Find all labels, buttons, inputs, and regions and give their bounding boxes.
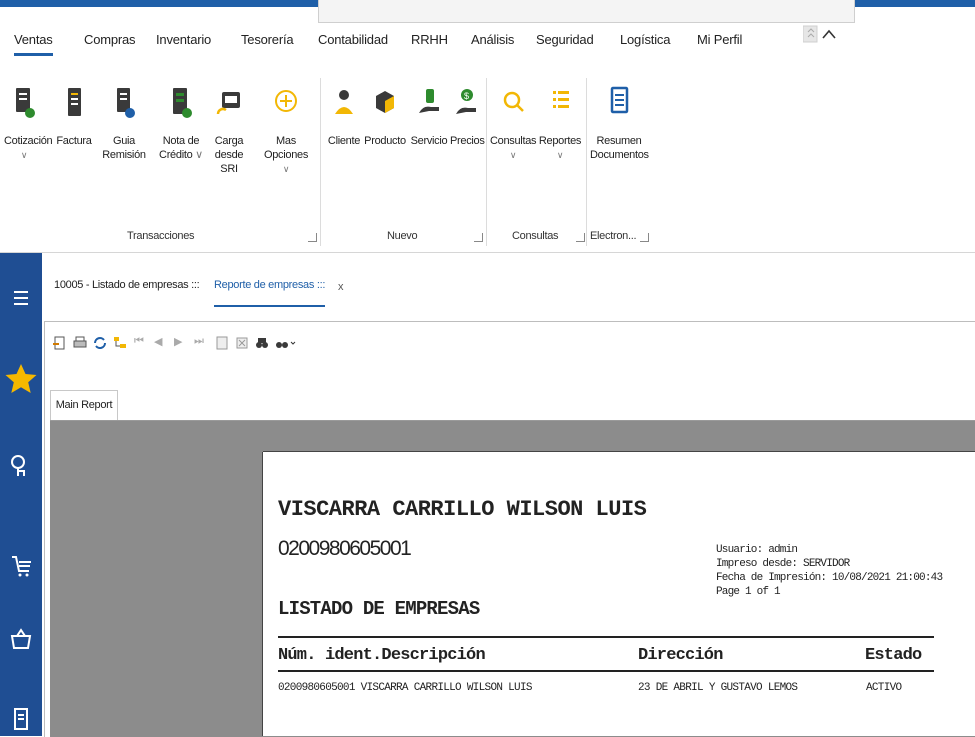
producto-button[interactable]: Producto	[364, 84, 406, 148]
row-direccion: 23 DE ABRIL Y GUSTAVO LEMOS	[638, 682, 798, 694]
header-underline	[278, 670, 934, 672]
report-toolbar: ⏮ ◀ ▶ ⏭	[50, 335, 550, 357]
meta-fecha: Fecha de Impresión: 10/08/2021 21:00:43	[716, 572, 943, 584]
export-icon[interactable]	[52, 335, 68, 351]
svg-text:$: $	[464, 91, 469, 101]
electron-launcher-icon[interactable]	[640, 233, 649, 242]
servicio-button[interactable]: Servicio	[408, 84, 450, 148]
group-label-electron: Electron...	[590, 230, 637, 242]
product-box-icon	[376, 91, 394, 113]
favorites-star-icon[interactable]	[3, 361, 39, 397]
ribbon: Cotización ∨ Factura Guia Remisión Nota …	[0, 70, 975, 253]
row-estado: ACTIVO	[866, 682, 902, 694]
search-icon	[503, 91, 524, 112]
window-top-bar	[0, 0, 975, 23]
remission-guide-icon	[117, 88, 135, 118]
transacciones-launcher-icon[interactable]	[308, 233, 317, 242]
summary-document-icon	[610, 86, 629, 114]
previous-page-icon[interactable]: ◀	[154, 335, 170, 351]
cliente-button[interactable]: Cliente	[326, 84, 362, 148]
refresh-icon[interactable]	[92, 335, 108, 351]
nota-credito-button[interactable]: Nota de Crédito ∨	[158, 84, 204, 162]
company-id: 0200980605001	[278, 537, 412, 560]
meta-usuario: Usuario: admin	[716, 544, 798, 556]
ribbon-collapse-icon	[802, 25, 836, 43]
group-separator	[320, 78, 321, 246]
touch-search-icon[interactable]	[6, 451, 36, 481]
group-label-transacciones: Transacciones	[127, 230, 195, 242]
binoculars-search-icon[interactable]	[254, 335, 270, 351]
left-navigation-rail	[0, 253, 42, 736]
group-separator	[586, 78, 587, 246]
close-tab-icon[interactable]: x	[338, 281, 344, 293]
stop-icon[interactable]	[234, 335, 250, 351]
nuevo-launcher-icon[interactable]	[474, 233, 483, 242]
report-title: LISTADO DE EMPRESAS	[278, 598, 480, 620]
group-label-nuevo: Nuevo	[387, 230, 418, 242]
basket-icon[interactable]	[6, 624, 36, 654]
group-label-consultas: Consultas	[512, 230, 559, 242]
quote-document-icon	[16, 88, 35, 118]
table-row: 0200980605001 VISCARRA CARRILLO WILSON L…	[278, 682, 532, 694]
next-page-icon[interactable]: ▶	[174, 335, 190, 351]
first-page-icon[interactable]: ⏮	[134, 335, 150, 351]
tab-tesoreria[interactable]: Tesorería	[241, 32, 294, 47]
sri-upload-icon	[216, 92, 240, 115]
document-tab-strip: 10005 - Listado de empresas ::: Reporte …	[42, 253, 975, 321]
last-page-icon[interactable]: ⏭	[194, 335, 210, 351]
tab-ventas[interactable]: Ventas	[14, 32, 53, 56]
prices-dollar-icon: $	[456, 89, 476, 114]
invoice-icon	[68, 88, 81, 116]
cart-icon[interactable]	[6, 551, 36, 581]
credit-note-icon	[173, 88, 192, 118]
title-search-box[interactable]	[318, 0, 855, 23]
reportes-button[interactable]: Reportes ∨	[538, 84, 582, 162]
doc-tab-listado-empresas[interactable]: 10005 - Listado de empresas :::	[54, 279, 200, 291]
header-rule	[278, 636, 934, 638]
reports-list-icon	[553, 91, 569, 108]
group-separator	[486, 78, 487, 246]
consultas-launcher-icon[interactable]	[576, 233, 585, 242]
col-header-estado: Estado	[865, 646, 922, 665]
cotizacion-button[interactable]: Cotización ∨	[4, 84, 53, 162]
factura-button[interactable]: Factura	[56, 84, 92, 148]
meta-impreso: Impreso desde: SERVIDOR	[716, 558, 850, 570]
guia-remision-button[interactable]: Guia Remisión	[94, 84, 154, 162]
meta-page: Page 1 of 1	[716, 586, 781, 598]
tab-seguridad[interactable]: Seguridad	[536, 32, 594, 47]
main-report-tab[interactable]: Main Report	[50, 390, 118, 421]
company-name: VISCARRA CARRILLO WILSON LUIS	[278, 497, 647, 522]
tab-mi-perfil[interactable]: Mi Perfil	[697, 32, 742, 47]
resumen-documentos-button[interactable]: Resumen Documentos	[590, 84, 649, 162]
tab-contabilidad[interactable]: Contabilidad	[318, 32, 388, 47]
ribbon-collapse-control[interactable]	[802, 22, 843, 48]
document-icon[interactable]	[6, 704, 36, 734]
plus-circle-icon	[275, 90, 297, 112]
group-tree-icon[interactable]	[112, 335, 128, 351]
print-icon[interactable]	[72, 335, 88, 351]
consultas-button[interactable]: Consultas ∨	[490, 84, 537, 162]
tab-compras[interactable]: Compras	[84, 32, 136, 47]
carga-sri-button[interactable]: Carga desde SRI	[208, 84, 250, 176]
go-to-page-icon[interactable]	[214, 335, 230, 351]
tab-rrhh[interactable]: RRHH	[411, 32, 448, 47]
client-person-icon	[335, 90, 353, 114]
hamburger-menu-icon[interactable]	[6, 283, 36, 313]
zoom-dropdown-icon[interactable]	[274, 335, 296, 351]
tab-inventario[interactable]: Inventario	[156, 32, 211, 47]
mas-opciones-button[interactable]: Mas Opciones ∨	[254, 84, 318, 176]
service-hand-icon	[419, 89, 439, 113]
tab-analisis[interactable]: Análisis	[471, 32, 514, 47]
doc-tab-reporte-empresas[interactable]: Reporte de empresas :::	[214, 279, 325, 307]
tab-logistica[interactable]: Logística	[620, 32, 670, 47]
precios-button[interactable]: $ Precios	[450, 84, 485, 148]
col-header-ident: Núm. ident.Descripción	[278, 646, 486, 665]
col-header-direccion: Dirección	[638, 646, 723, 665]
